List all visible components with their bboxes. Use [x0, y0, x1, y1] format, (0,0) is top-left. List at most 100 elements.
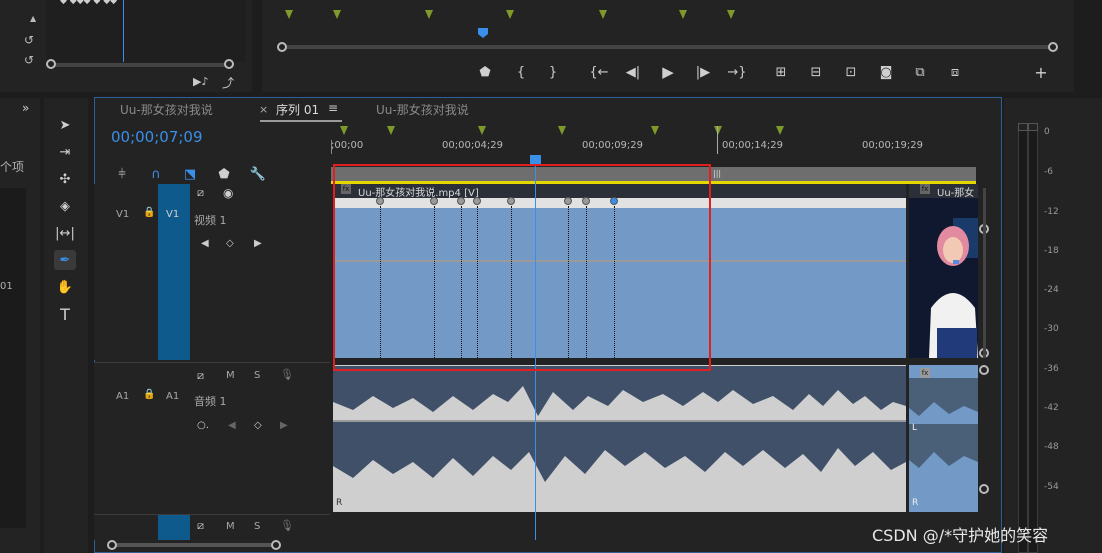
vertical-scroll-track[interactable] — [983, 188, 986, 358]
add-button[interactable]: + — [1030, 62, 1052, 82]
lift-button[interactable]: ⊞ — [770, 62, 792, 82]
play-button[interactable]: ▶ — [657, 62, 679, 82]
timeline-marker[interactable] — [387, 126, 395, 135]
tab-source-clip-2[interactable]: Uu-那女孩对我说 — [376, 101, 469, 118]
timecode-display[interactable]: 00;00;07;09 — [111, 128, 203, 146]
program-marker[interactable] — [285, 10, 293, 19]
a1-source-label[interactable]: A1 — [116, 391, 129, 402]
reset-icon[interactable]: ↺ — [24, 53, 34, 67]
microphone-icon[interactable]: 🎙 — [280, 368, 294, 381]
go-to-in-button[interactable]: {← — [588, 62, 610, 82]
timeline-zoom-bar[interactable] — [112, 543, 276, 547]
timeline-marker[interactable] — [714, 126, 722, 135]
mark-out-icon: } — [548, 64, 558, 80]
work-area-handle[interactable]: ||| — [713, 169, 721, 178]
tab-sequence-01[interactable]: 序列 01 — [276, 101, 319, 118]
scroll-knob[interactable] — [277, 42, 287, 52]
track-select-tool-icon[interactable]: ⇥ — [54, 142, 76, 162]
prev-keyframe-icon[interactable]: ◀ — [228, 420, 236, 431]
ruler-tick — [331, 140, 332, 154]
audio-scroll-knob[interactable] — [979, 365, 989, 375]
reset-icon[interactable]: ↺ — [24, 33, 34, 47]
add-marker-button[interactable]: ⬟ — [474, 62, 496, 82]
panel-expand-icon[interactable]: » — [22, 101, 29, 115]
program-marker[interactable] — [679, 10, 687, 19]
tab-close-icon[interactable]: × — [259, 103, 268, 116]
lock-icon[interactable]: 🔒 — [143, 389, 155, 400]
next-keyframe-icon[interactable]: ▶ — [254, 238, 262, 249]
a1-solo-button[interactable]: S — [254, 370, 260, 381]
a1-target-label[interactable]: A1 — [166, 391, 179, 402]
next-keyframe-icon[interactable]: ▶ — [280, 420, 288, 431]
a2-solo-button[interactable]: S — [254, 521, 260, 532]
ripple-edit-tool-icon[interactable]: ✣ — [54, 169, 76, 189]
lock-icon[interactable]: 🔒 — [143, 207, 155, 218]
scroll-knob[interactable] — [107, 540, 117, 550]
timeline-marker[interactable] — [478, 126, 486, 135]
program-marker[interactable] — [333, 10, 341, 19]
snap-magnet-icon[interactable]: ∩ — [145, 164, 167, 184]
wrench-icon[interactable]: 🔧 — [247, 164, 269, 184]
go-to-out-button[interactable]: →} — [726, 62, 748, 82]
expand-triangle-icon[interactable]: ▲ — [30, 14, 36, 23]
tab-menu-icon[interactable]: ≡ — [328, 101, 338, 115]
tab-source-clip[interactable]: Uu-那女孩对我说 — [120, 101, 213, 118]
scroll-knob[interactable] — [271, 540, 281, 550]
selection-tool-icon[interactable]: ➤ — [54, 115, 76, 135]
play-audio-icon[interactable]: ▶♪ — [193, 75, 208, 88]
add-keyframe-icon[interactable]: ◇ — [254, 420, 262, 431]
db-label: 0 — [1044, 127, 1050, 137]
keyframe-diamonds: ◆ ◆◆◆ ◆ ◆◆ — [60, 0, 118, 6]
export-frame-icon[interactable]: ⤴ — [222, 74, 234, 91]
linked-selection-icon[interactable]: ⬔ — [179, 164, 201, 184]
step-back-button[interactable]: ◀| — [622, 62, 644, 82]
program-marker[interactable] — [599, 10, 607, 19]
timeline-marker[interactable] — [340, 126, 348, 135]
filmstrip-icon[interactable]: ⧄ — [197, 519, 204, 533]
db-label: -36 — [1044, 364, 1059, 374]
a2-mute-button[interactable]: M — [226, 521, 235, 532]
step-forward-button[interactable]: |▶ — [692, 62, 714, 82]
mark-in-button[interactable]: { — [510, 62, 532, 82]
scroll-knob[interactable] — [1048, 42, 1058, 52]
meter-bar-right — [1028, 130, 1038, 553]
nest-toggle-icon[interactable]: ⫩ — [111, 164, 133, 184]
v1-source-label[interactable]: V1 — [116, 209, 129, 220]
timeline-marker[interactable] — [651, 126, 659, 135]
program-marker[interactable] — [727, 10, 735, 19]
insert-button[interactable]: ⊡ — [840, 62, 862, 82]
effect-scrollbar[interactable] — [50, 63, 230, 67]
timeline-marker[interactable] — [776, 126, 784, 135]
program-marker[interactable] — [506, 10, 514, 19]
v1-track-name: 视频 1 — [194, 214, 227, 227]
pen-tool-icon[interactable]: ✒ — [54, 250, 76, 270]
button-editor-icon[interactable]: ⧈ — [944, 62, 966, 82]
filmstrip-icon[interactable]: ⧄ — [197, 186, 204, 200]
scroll-knob[interactable] — [224, 59, 234, 69]
timeline-marker[interactable] — [558, 126, 566, 135]
program-marker[interactable] — [425, 10, 433, 19]
type-tool-icon[interactable]: T — [54, 304, 76, 324]
db-label: -42 — [1044, 403, 1059, 413]
add-marker-icon[interactable]: ⬟ — [213, 164, 235, 184]
razor-tool-icon[interactable]: ◈ — [54, 196, 76, 216]
volume-keyframe-icon[interactable]: ○. — [197, 420, 209, 431]
audio-waveform-r — [333, 422, 906, 482]
extract-button[interactable]: ⊟ — [805, 62, 827, 82]
prev-keyframe-icon[interactable]: ◀ — [201, 238, 209, 249]
comparison-view-button[interactable]: ⧉ — [909, 62, 931, 82]
add-keyframe-icon[interactable]: ◇ — [226, 238, 234, 249]
scroll-knob[interactable] — [46, 59, 56, 69]
a2-target-track[interactable] — [158, 515, 190, 540]
program-zoom-bar[interactable] — [282, 45, 1054, 49]
slip-tool-icon[interactable]: |↔| — [54, 223, 76, 243]
microphone-icon[interactable]: 🎙 — [280, 519, 294, 532]
mark-in-icon: { — [516, 64, 526, 80]
a1-mute-button[interactable]: M — [226, 370, 235, 381]
eye-icon[interactable]: ◉ — [223, 186, 233, 200]
camera-icon[interactable]: ◙ — [875, 62, 897, 82]
mark-out-button[interactable]: } — [542, 62, 564, 82]
filmstrip-icon[interactable]: ⧄ — [197, 369, 204, 383]
audio-scroll-knob[interactable] — [979, 484, 989, 494]
hand-tool-icon[interactable]: ✋ — [54, 277, 76, 297]
